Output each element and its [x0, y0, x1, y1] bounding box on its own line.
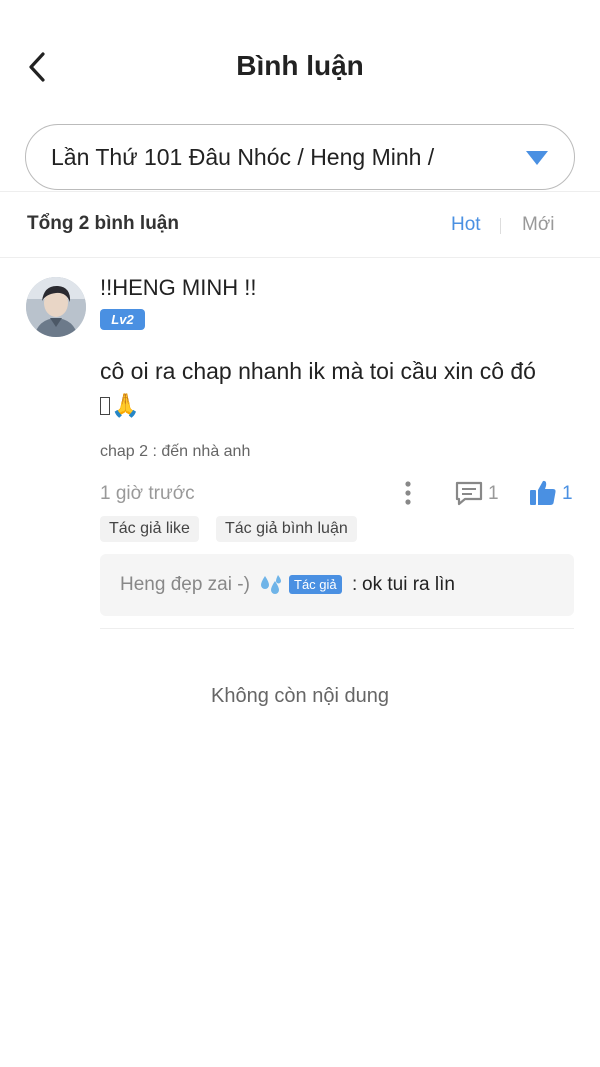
author-liked-tag: Tác giả like [100, 516, 199, 542]
more-vertical-icon[interactable] [400, 480, 416, 506]
reply-comment-icon[interactable] [454, 480, 484, 506]
reply-text: ok tui ra lìn [362, 574, 455, 595]
page-title: Bình luận [236, 50, 364, 81]
sweat-droplets-icon [261, 575, 281, 594]
avatar-image [26, 277, 86, 337]
sort-new-tab[interactable]: Mới [522, 214, 555, 236]
praying-hands-emoji: 🙏 [111, 392, 140, 418]
avatar[interactable] [26, 277, 86, 337]
comment-body: cô oi ra chap nhanh ik mà toi cầu xin cô… [100, 358, 536, 384]
comment-time: 1 giờ trước [100, 483, 195, 504]
divider [0, 257, 600, 258]
like-count: 1 [562, 483, 573, 504]
author-reply[interactable]: Heng đẹp zai -) Tác giả : ok tui ra lìn [100, 554, 574, 616]
comment-list-header: Tổng 2 bình luận Hot Mới [0, 192, 600, 258]
comment-count: Tổng 2 bình luận [27, 213, 179, 234]
reply-count: 1 [488, 483, 499, 504]
author-badge: Tác giả [289, 575, 342, 594]
chapter-select[interactable]: Lần Thứ 101 Đâu Nhóc / Heng Minh / [25, 124, 575, 190]
comment-chapter-ref[interactable]: chap 2 : đến nhà anh [100, 443, 250, 461]
comment-username[interactable]: !!HENG MINH !! [100, 275, 256, 301]
level-badge: Lv2 [100, 309, 145, 330]
end-of-list-text: Không còn nội dung [211, 685, 389, 707]
sort-hot-tab[interactable]: Hot [451, 214, 481, 236]
comment-meta: 1 giờ trước 1 1 [100, 480, 575, 508]
comment-text: cô oi ra chap nhanh ik mà toi cầu xin cô… [100, 354, 570, 422]
sort-separator [500, 218, 501, 234]
reply-separator: : [352, 574, 358, 595]
caret-down-icon [526, 151, 548, 165]
author-commented-tag: Tác giả bình luận [216, 516, 357, 542]
comment-missing-glyph [100, 397, 110, 415]
header: Bình luận [0, 0, 600, 120]
comment-divider [100, 628, 574, 629]
reply-author: Heng đẹp zai -) [120, 574, 250, 595]
thumbs-up-icon[interactable] [528, 478, 558, 508]
chapter-select-value: Lần Thứ 101 Đâu Nhóc / Heng Minh / [51, 143, 435, 170]
